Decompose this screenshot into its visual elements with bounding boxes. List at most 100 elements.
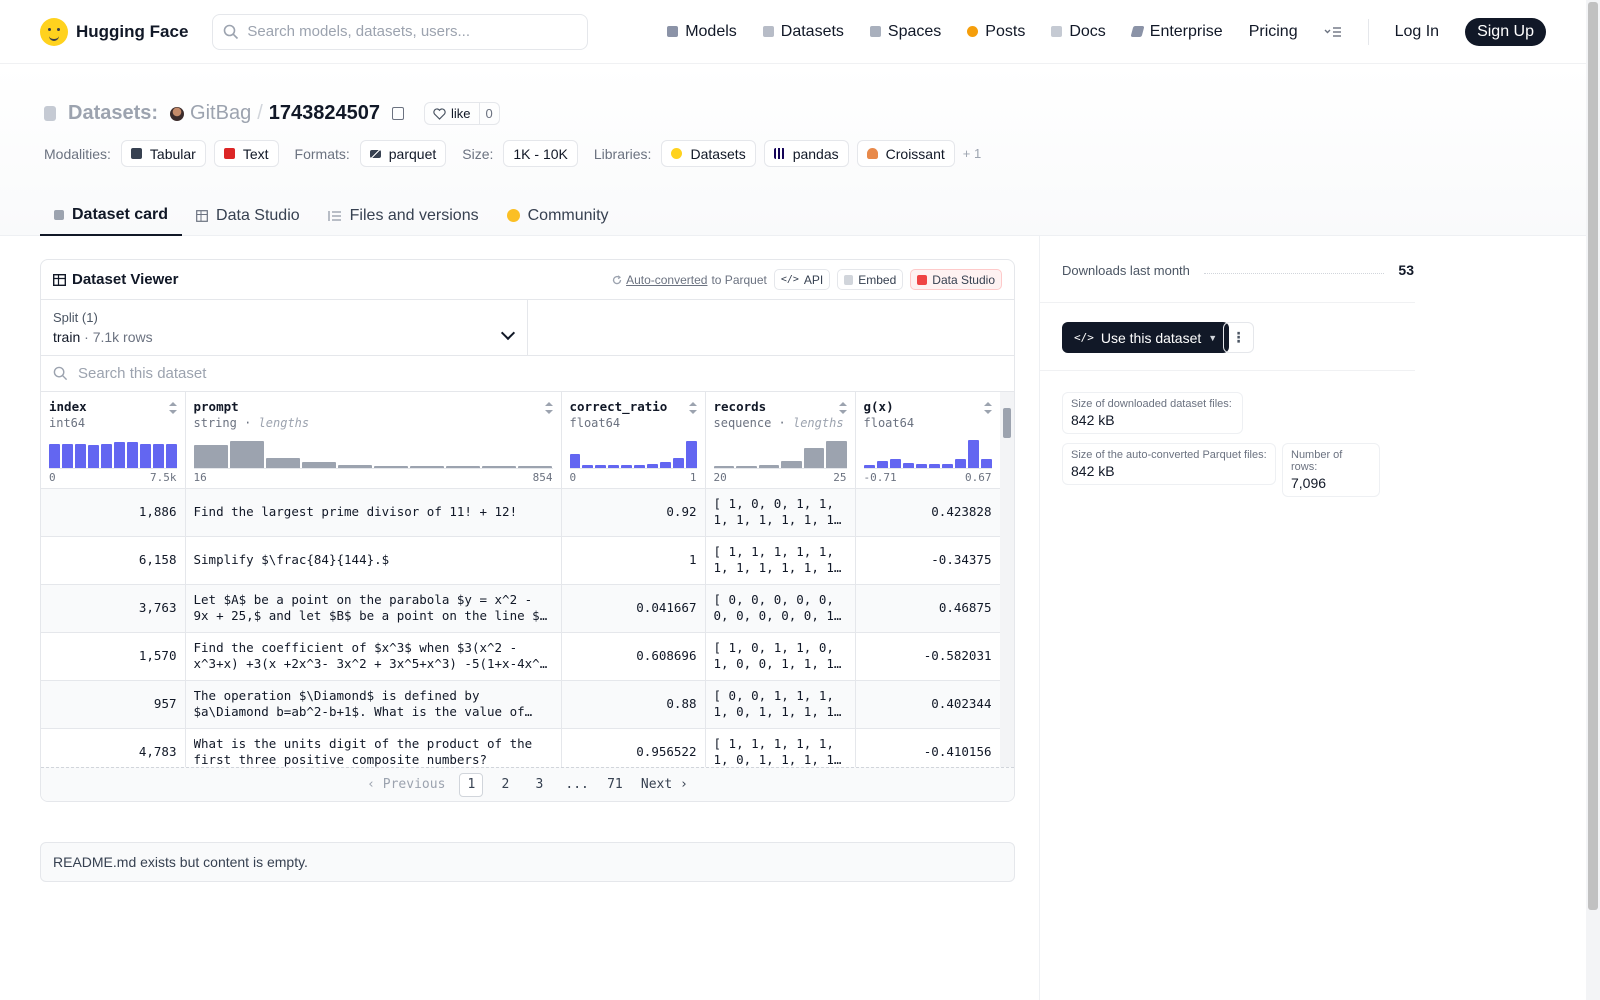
- histogram-bar[interactable]: [113, 442, 125, 468]
- tab-dataset-card[interactable]: Dataset card: [40, 195, 183, 236]
- nav-posts[interactable]: Posts: [967, 23, 1025, 41]
- table-cell[interactable]: 0.88: [561, 680, 706, 729]
- column-header[interactable]: index int64 0 7.5k: [41, 392, 186, 489]
- sort-icon[interactable]: [688, 402, 697, 414]
- table-cell[interactable]: 0.46875: [855, 584, 1001, 633]
- more-libraries-link[interactable]: + 1: [963, 146, 981, 161]
- data-studio-button[interactable]: Data Studio: [910, 269, 1002, 290]
- histogram-bar[interactable]: [685, 440, 697, 468]
- table-cell[interactable]: 0.423828: [855, 488, 1001, 537]
- table-cell[interactable]: The operation $\Diamond$ is defined by $…: [185, 680, 562, 729]
- table-cell[interactable]: [ 1, 0, 1, 1, 0, 1, 0, 0, 1, 1, 1, 1, 0,…: [705, 632, 856, 681]
- table-cell[interactable]: [ 0, 0, 0, 0, 0, 0, 0, 0, 0, 0, 1, 0, 0,…: [705, 584, 856, 633]
- table-cell[interactable]: 957: [41, 680, 186, 729]
- sort-icon[interactable]: [838, 402, 847, 414]
- table-row[interactable]: 3,763 Let $A$ be a point on the parabola …: [41, 584, 1001, 633]
- page-scroll-thumb[interactable]: [1588, 2, 1598, 910]
- histogram-bar[interactable]: [826, 440, 847, 468]
- embed-button[interactable]: Embed: [837, 269, 904, 290]
- tab-data-studio[interactable]: Data Studio: [182, 195, 314, 236]
- table-scroll-thumb[interactable]: [1003, 408, 1011, 438]
- histogram-bar[interactable]: [803, 447, 824, 468]
- page-button-last[interactable]: 71: [603, 773, 627, 797]
- histogram-bar[interactable]: [889, 459, 901, 468]
- nav-docs[interactable]: Docs: [1051, 23, 1106, 41]
- more-options-button[interactable]: ⋮: [1223, 322, 1254, 353]
- auto-converted-link[interactable]: Auto-converted: [626, 273, 707, 287]
- table-cell[interactable]: 1: [561, 536, 706, 585]
- histogram-bar[interactable]: [152, 443, 164, 468]
- nav-pricing[interactable]: Pricing: [1249, 23, 1298, 41]
- table-cell[interactable]: 1,570: [41, 632, 186, 681]
- histogram-bar[interactable]: [61, 443, 73, 468]
- use-this-dataset-button[interactable]: </> Use this dataset ▼: [1062, 322, 1230, 353]
- tag-pandas[interactable]: pandas: [763, 140, 849, 167]
- table-row[interactable]: 6,158 Simplify $\frac{84}{144}.$ 1 [ 1, 1, …: [41, 536, 1001, 585]
- histogram-bar[interactable]: [229, 440, 264, 468]
- previous-page-button[interactable]: ‹ Previous: [363, 773, 449, 797]
- sort-icon[interactable]: [983, 402, 992, 414]
- like-button[interactable]: like 0: [424, 102, 500, 125]
- page-button-3[interactable]: 3: [527, 773, 551, 797]
- nav-enterprise[interactable]: Enterprise: [1130, 23, 1223, 41]
- histogram-bar[interactable]: [265, 457, 300, 468]
- owner-link[interactable]: GitBag: [190, 102, 251, 125]
- histogram-bar[interactable]: [87, 445, 99, 468]
- table-cell[interactable]: 6,158: [41, 536, 186, 585]
- histogram-bar[interactable]: [193, 445, 228, 468]
- nav-datasets[interactable]: Datasets: [762, 23, 844, 41]
- table-cell[interactable]: 0.92: [561, 488, 706, 537]
- table-cell[interactable]: Find the coefficient of $x^3$ when $3(x^…: [185, 632, 562, 681]
- tag-text[interactable]: Text: [213, 140, 279, 167]
- split-selector[interactable]: Split (1) train · 7.1k rows: [41, 300, 528, 355]
- column-header[interactable]: records sequence · lengths 20 25: [705, 392, 856, 489]
- tab-files-and-versions[interactable]: Files and versions: [314, 195, 493, 236]
- histogram-bar[interactable]: [165, 443, 177, 468]
- tag-datasets-lib[interactable]: Datasets: [661, 140, 756, 167]
- table-cell[interactable]: Let $A$ be a point on the parabola $y = …: [185, 584, 562, 633]
- table-cell[interactable]: 3,763: [41, 584, 186, 633]
- nav-models[interactable]: Models: [667, 23, 737, 41]
- histogram-bar[interactable]: [74, 443, 86, 468]
- global-search-input[interactable]: Search models, datasets, users...: [212, 13, 589, 50]
- signup-button[interactable]: Sign Up: [1465, 17, 1546, 46]
- login-link[interactable]: Log In: [1395, 23, 1439, 41]
- histogram-bar[interactable]: [954, 459, 966, 468]
- next-page-button[interactable]: Next ›: [637, 773, 692, 797]
- tag-tabular[interactable]: Tabular: [120, 140, 206, 167]
- section-link[interactable]: Datasets:: [68, 102, 158, 125]
- table-cell[interactable]: 0.402344: [855, 680, 1001, 729]
- table-cell[interactable]: [ 1, 1, 1, 1, 1, 1, 1, 1, 1, 1, 1, 1, 1,…: [705, 536, 856, 585]
- histogram-bar[interactable]: [100, 443, 112, 468]
- column-header[interactable]: correct_ratio float64 0 1: [561, 392, 706, 489]
- copy-icon[interactable]: [392, 107, 404, 120]
- tag-croissant[interactable]: Croissant: [856, 140, 955, 167]
- table-cell[interactable]: Find the largest prime divisor of 11! + …: [185, 488, 562, 537]
- table-row[interactable]: 957 The operation $\Diamond$ is defined b…: [41, 680, 1001, 729]
- histogram-bar[interactable]: [672, 457, 684, 468]
- table-row[interactable]: 1,886 Find the largest prime divisor of 1…: [41, 488, 1001, 537]
- table-cell[interactable]: 0.608696: [561, 632, 706, 681]
- histogram-bar[interactable]: [49, 443, 60, 468]
- table-cell[interactable]: -0.582031: [855, 632, 1001, 681]
- histogram-bar[interactable]: [781, 460, 802, 468]
- column-header[interactable]: g(x) float64 -0.71 0.67: [855, 392, 1001, 489]
- table-scrollbar[interactable]: [1000, 392, 1014, 768]
- tag-parquet[interactable]: parquet: [359, 140, 447, 167]
- histogram-bar[interactable]: [876, 460, 888, 468]
- table-cell[interactable]: 1,886: [41, 488, 186, 537]
- histogram-bar[interactable]: [139, 443, 151, 468]
- tag-size[interactable]: 1K - 10K: [503, 140, 578, 167]
- table-cell[interactable]: [ 1, 0, 0, 1, 1, 1, 1, 1, 1, 1, 1, 1, 1,…: [705, 488, 856, 537]
- api-button[interactable]: </> API: [773, 269, 831, 290]
- dataset-search-input[interactable]: Search this dataset: [41, 356, 1014, 392]
- histogram-bar[interactable]: [980, 459, 992, 468]
- table-cell[interactable]: -0.34375: [855, 536, 1001, 585]
- nav-more-menu[interactable]: [1324, 26, 1342, 38]
- histogram-bar[interactable]: [967, 439, 979, 468]
- table-cell[interactable]: Simplify $\frac{84}{144}.$: [185, 536, 562, 585]
- brand-link[interactable]: Hugging Face: [40, 17, 188, 46]
- page-scrollbar[interactable]: [1586, 0, 1600, 1000]
- page-button-1[interactable]: 1: [459, 772, 484, 797]
- nav-spaces[interactable]: Spaces: [869, 23, 941, 41]
